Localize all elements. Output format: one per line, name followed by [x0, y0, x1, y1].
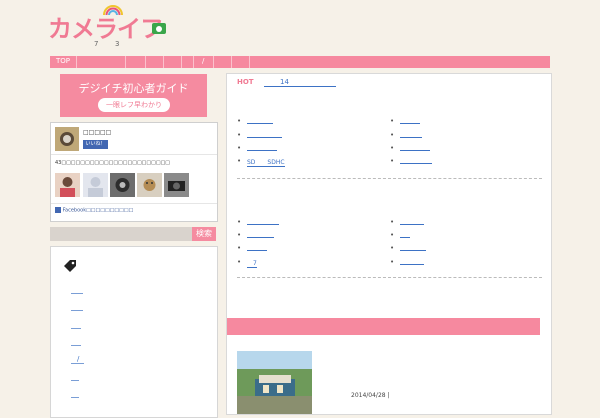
fan-avatar-icon[interactable] [137, 173, 162, 197]
camera-icon [152, 23, 166, 34]
bullet: • [237, 117, 242, 125]
main-content: HOT 14 • • • • SD SDHC • • • • • • • • 7… [226, 73, 552, 415]
nav-divider [213, 56, 214, 68]
article-link[interactable] [247, 137, 282, 138]
tag-link[interactable] [71, 363, 84, 364]
bullet: • [390, 117, 395, 125]
article-link[interactable] [247, 224, 279, 225]
facebook-like-box: □□□□□ いいね！ 43□□□□□□□□□□□□□□□□□□□□□□□ Fac… [50, 122, 218, 222]
bullet: • [237, 131, 242, 139]
hot-link[interactable]: 14 [264, 78, 336, 87]
nav-divider [181, 56, 182, 68]
section-header-bar [227, 318, 540, 335]
search-bar[interactable]: 検索 [50, 227, 216, 241]
tag-icon [64, 260, 76, 272]
rainbow-icon [103, 5, 123, 16]
bullet: • [390, 218, 395, 226]
bullet: • [237, 144, 242, 152]
fb-plugin-label[interactable]: Facebook□□□□□□□□□□ [55, 207, 133, 214]
fb-footer-text: Facebook□□□□□□□□□□ [62, 207, 134, 214]
bullet: • [390, 131, 395, 139]
nav-divider [76, 56, 77, 68]
beginner-guide-banner[interactable]: デジイチ初心者ガイド 一眼レフ早わかり [60, 74, 207, 117]
article-link[interactable]: SD SDHC [247, 157, 285, 167]
article-link[interactable] [247, 123, 273, 124]
bullet: • [237, 231, 242, 239]
nav-divider [125, 56, 126, 68]
fb-like-button[interactable]: いいね！ [83, 140, 108, 149]
article-link[interactable]: 7 [247, 258, 257, 268]
post-thumbnail-image-icon [237, 351, 312, 414]
article-link[interactable] [247, 250, 267, 251]
hot-count: 14 [280, 78, 289, 86]
tag-link[interactable] [71, 328, 81, 329]
fb-like-label: いいね！ [85, 141, 106, 147]
bullet: • [390, 231, 395, 239]
tag-link[interactable] [71, 293, 83, 294]
nav-divider [145, 56, 146, 68]
tag-link[interactable] [71, 310, 83, 311]
article-link[interactable] [400, 250, 426, 251]
divider [51, 154, 217, 155]
header-sub-number-1: 7 [94, 40, 99, 48]
fan-avatar-icon[interactable] [164, 173, 189, 197]
nav-divider [163, 56, 164, 68]
tag-link[interactable] [71, 345, 81, 346]
article-link[interactable] [247, 237, 274, 238]
bullet: • [390, 144, 395, 152]
article-link[interactable] [400, 137, 422, 138]
article-link[interactable] [400, 123, 420, 124]
bullet: • [237, 218, 242, 226]
bullet: • [237, 244, 242, 252]
bullet: • [390, 244, 395, 252]
post-date: 2014/04/28 | [351, 392, 390, 399]
fb-page-name[interactable]: □□□□□ [83, 129, 111, 136]
fan-avatar-icon[interactable] [55, 173, 80, 197]
avatar-image-icon [55, 127, 79, 151]
article-link[interactable] [400, 237, 410, 238]
tag-list-box: / [50, 246, 218, 418]
section-divider [237, 178, 542, 179]
fan-avatar-icon[interactable] [110, 173, 135, 197]
facebook-icon [55, 207, 61, 213]
fan-avatar-icon[interactable] [83, 173, 108, 197]
search-button[interactable]: 検索 [192, 227, 216, 241]
tag-link[interactable] [71, 397, 79, 398]
header-sub-number-2: 3 [115, 40, 120, 48]
bullet: • [237, 258, 242, 266]
hot-label: HOT [237, 78, 254, 86]
section-divider [237, 277, 542, 278]
bullet: • [390, 258, 395, 266]
bullet: • [390, 157, 395, 165]
nav-divider [231, 56, 232, 68]
global-nav: TOP / [50, 56, 550, 68]
article-link[interactable] [247, 150, 277, 151]
bullet: • [237, 157, 242, 165]
nav-divider [193, 56, 194, 68]
divider [51, 203, 217, 204]
article-link[interactable] [400, 224, 424, 225]
article-link[interactable] [400, 163, 432, 164]
page-avatar[interactable] [55, 127, 79, 151]
fb-like-count: 43□□□□□□□□□□□□□□□□□□□□□□□ [55, 160, 171, 166]
post-thumbnail[interactable] [237, 351, 312, 414]
guide-title: デジイチ初心者ガイド [78, 82, 189, 95]
tag-link-text[interactable]: / [77, 355, 79, 363]
guide-button[interactable]: 一眼レフ早わかり [98, 98, 170, 112]
nav-divider [249, 56, 250, 68]
tag-link[interactable] [71, 380, 79, 381]
nav-item[interactable]: / [202, 57, 204, 65]
article-link[interactable] [400, 150, 430, 151]
nav-item-top[interactable]: TOP [56, 57, 70, 65]
article-link[interactable] [400, 264, 424, 265]
